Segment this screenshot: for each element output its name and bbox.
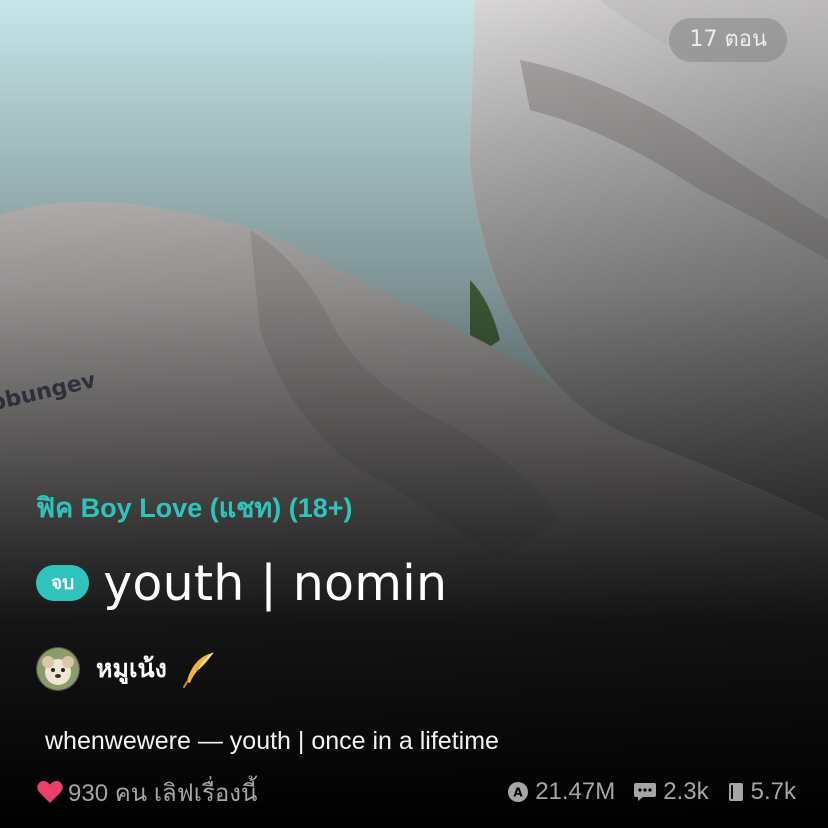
story-description: whenwewere — youth | once in a lifetime [45, 727, 499, 755]
stats-row: 930 คน เลิฟเรื่องนี้ A 21.47M 2.3k 5.7k [36, 772, 796, 812]
category-label[interactable]: ฟิค Boy Love (แชท) (18+) [36, 486, 353, 529]
love-stat[interactable]: 930 คน เลิฟเรื่องนี้ [36, 773, 257, 812]
views-count: 21.47M [535, 778, 616, 805]
chapters-stat: 5.7k [727, 778, 796, 806]
comments-count: 2.3k [663, 778, 709, 805]
story-card[interactable]: bbungev 17 ตอน ฟิค Boy Love (แชท) (18+) … [0, 0, 828, 828]
episode-count-badge: 17 ตอน [669, 18, 787, 62]
author-name[interactable]: หมูเน้ง [96, 649, 167, 689]
heart-icon [36, 779, 64, 805]
chapters-count: 5.7k [750, 778, 796, 805]
status-badge: จบ [36, 565, 90, 601]
cover-image: bbungev [0, 0, 828, 828]
book-icon [728, 783, 743, 801]
title-row: จบ youth | nomin [36, 550, 447, 616]
comment-icon [634, 783, 657, 801]
author-row[interactable]: หมูเน้ง [36, 646, 219, 692]
views-icon: A [508, 782, 529, 802]
feather-icon [179, 649, 219, 689]
story-title[interactable]: youth | nomin [103, 555, 447, 612]
comments-stat: 2.3k [633, 778, 709, 806]
author-avatar[interactable] [36, 647, 80, 691]
views-stat: A 21.47M [507, 778, 615, 806]
svg-text:A: A [514, 786, 524, 800]
right-stats: A 21.47M 2.3k 5.7k [489, 778, 796, 806]
love-count-text: 930 คน เลิฟเรื่องนี้ [68, 779, 258, 807]
